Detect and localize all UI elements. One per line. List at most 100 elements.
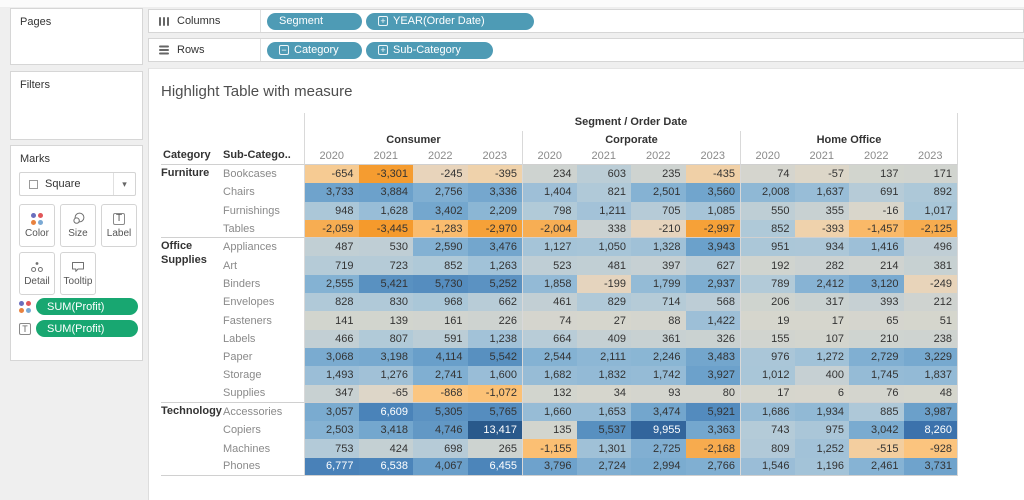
table-cell[interactable]: 743: [740, 421, 795, 439]
table-cell[interactable]: 3,560: [686, 183, 741, 201]
table-cell[interactable]: 1,660: [522, 403, 577, 421]
table-cell[interactable]: 2,246: [631, 348, 686, 366]
table-cell[interactable]: -928: [904, 439, 959, 457]
table-cell[interactable]: 2,111: [577, 348, 632, 366]
table-cell[interactable]: 88: [631, 311, 686, 329]
pill-year-order-date[interactable]: + YEAR(Order Date): [366, 13, 534, 30]
table-cell[interactable]: 3,042: [849, 421, 904, 439]
table-cell[interactable]: 1,017: [904, 202, 959, 220]
table-cell[interactable]: 3,198: [359, 348, 414, 366]
table-cell[interactable]: -2,168: [686, 439, 741, 457]
table-cell[interactable]: 951: [740, 238, 795, 256]
sum-profit-color-pill[interactable]: SUM(Profit): [36, 298, 138, 315]
table-cell[interactable]: 338: [577, 220, 632, 238]
subcategory-label[interactable]: Machines: [221, 439, 304, 457]
table-cell[interactable]: 5,252: [468, 275, 523, 293]
table-cell[interactable]: 821: [577, 183, 632, 201]
table-cell[interactable]: 1,628: [359, 202, 414, 220]
table-cell[interactable]: 1,837: [904, 366, 959, 384]
table-cell[interactable]: 74: [522, 311, 577, 329]
subcategory-label[interactable]: Fasteners: [221, 311, 304, 329]
year-header[interactable]: 2020: [304, 148, 359, 165]
table-cell[interactable]: 381: [904, 256, 959, 274]
table-cell[interactable]: 347: [304, 385, 359, 403]
table-cell[interactable]: 238: [904, 330, 959, 348]
table-cell[interactable]: 1,493: [304, 366, 359, 384]
table-cell[interactable]: -2,059: [304, 220, 359, 238]
subcategory-label[interactable]: Phones: [221, 458, 304, 476]
table-cell[interactable]: 1,653: [577, 403, 632, 421]
table-cell[interactable]: 3,987: [904, 403, 959, 421]
table-cell[interactable]: 807: [359, 330, 414, 348]
table-cell[interactable]: 1,637: [795, 183, 850, 201]
table-cell[interactable]: 226: [468, 311, 523, 329]
table-cell[interactable]: 5,921: [686, 403, 741, 421]
table-cell[interactable]: 1,745: [849, 366, 904, 384]
table-cell[interactable]: -3,301: [359, 165, 414, 183]
table-cell[interactable]: 3,731: [904, 458, 959, 476]
table-cell[interactable]: 789: [740, 275, 795, 293]
segment-header-home-office[interactable]: Home Office: [740, 131, 958, 148]
table-cell[interactable]: 830: [359, 293, 414, 311]
table-cell[interactable]: 968: [413, 293, 468, 311]
table-cell[interactable]: 2,741: [413, 366, 468, 384]
table-cell[interactable]: 34: [577, 385, 632, 403]
table-cell[interactable]: 627: [686, 256, 741, 274]
pill-segment[interactable]: Segment: [267, 13, 362, 30]
table-cell[interactable]: 1,546: [740, 458, 795, 476]
table-cell[interactable]: 1,301: [577, 439, 632, 457]
table-cell[interactable]: 1,682: [522, 366, 577, 384]
table-cell[interactable]: -16: [849, 202, 904, 220]
table-cell[interactable]: 9,955: [631, 421, 686, 439]
table-cell[interactable]: 691: [849, 183, 904, 201]
table-cell[interactable]: -57: [795, 165, 850, 183]
table-cell[interactable]: 3,363: [686, 421, 741, 439]
table-cell[interactable]: 2,461: [849, 458, 904, 476]
expand-plus-icon[interactable]: +: [378, 45, 388, 55]
year-header[interactable]: 2023: [468, 148, 523, 165]
table-cell[interactable]: 1,252: [795, 439, 850, 457]
table-cell[interactable]: 6,777: [304, 458, 359, 476]
table-cell[interactable]: 19: [740, 311, 795, 329]
table-cell[interactable]: -515: [849, 439, 904, 457]
table-cell[interactable]: 4,746: [413, 421, 468, 439]
detail-button[interactable]: Detail: [19, 252, 55, 295]
table-cell[interactable]: 27: [577, 311, 632, 329]
table-cell[interactable]: 1,276: [359, 366, 414, 384]
table-cell[interactable]: 2,725: [631, 439, 686, 457]
table-cell[interactable]: 3,229: [904, 348, 959, 366]
table-cell[interactable]: 1,858: [522, 275, 577, 293]
table-cell[interactable]: 828: [304, 293, 359, 311]
table-cell[interactable]: 210: [849, 330, 904, 348]
table-cell[interactable]: 2,555: [304, 275, 359, 293]
table-cell[interactable]: 1,196: [795, 458, 850, 476]
table-cell[interactable]: 1,050: [577, 238, 632, 256]
table-cell[interactable]: 1,422: [686, 311, 741, 329]
table-cell[interactable]: 698: [413, 439, 468, 457]
table-cell[interactable]: -65: [359, 385, 414, 403]
table-cell[interactable]: 3,336: [468, 183, 523, 201]
table-cell[interactable]: 155: [740, 330, 795, 348]
subcategory-label[interactable]: Accessories: [221, 403, 304, 421]
table-cell[interactable]: 6: [795, 385, 850, 403]
table-cell[interactable]: 76: [849, 385, 904, 403]
table-cell[interactable]: -2,125: [904, 220, 959, 238]
table-cell[interactable]: 6,609: [359, 403, 414, 421]
segment-header-corporate[interactable]: Corporate: [522, 131, 740, 148]
category-column-header[interactable]: Category: [161, 148, 221, 165]
table-cell[interactable]: 892: [904, 183, 959, 201]
table-cell[interactable]: 3,943: [686, 238, 741, 256]
table-cell[interactable]: 400: [795, 366, 850, 384]
category-label[interactable]: Technology: [161, 403, 221, 476]
year-header[interactable]: 2022: [849, 148, 904, 165]
table-cell[interactable]: 1,404: [522, 183, 577, 201]
table-cell[interactable]: 5,421: [359, 275, 414, 293]
table-cell[interactable]: 2,756: [413, 183, 468, 201]
table-cell[interactable]: 719: [304, 256, 359, 274]
table-cell[interactable]: 976: [740, 348, 795, 366]
table-cell[interactable]: 603: [577, 165, 632, 183]
table-cell[interactable]: 8,260: [904, 421, 959, 439]
year-header[interactable]: 2021: [577, 148, 632, 165]
table-cell[interactable]: 3,120: [849, 275, 904, 293]
table-cell[interactable]: 212: [904, 293, 959, 311]
